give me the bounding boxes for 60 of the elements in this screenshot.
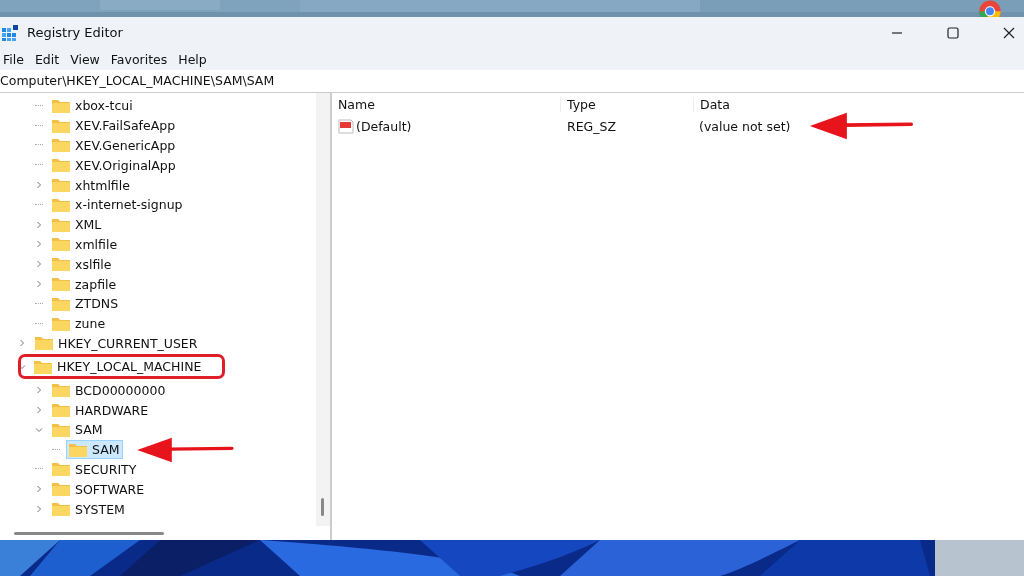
folder-icon: [52, 316, 70, 331]
tree-item[interactable]: XEV.GenericApp: [49, 136, 179, 155]
folder-icon: [35, 336, 53, 351]
string-value-icon: [338, 118, 354, 134]
tree-item[interactable]: x-internet-signup: [49, 195, 186, 215]
tree-item[interactable]: SYSTEM: [49, 499, 128, 519]
tree-item[interactable]: HKEY_LOCAL_MACHINE: [31, 357, 205, 377]
folder-icon: [52, 383, 70, 398]
folder-icon: [52, 217, 70, 232]
tree-item[interactable]: xslfile: [49, 254, 115, 274]
folder-icon: [52, 237, 70, 252]
scrollbar-thumb[interactable]: [321, 498, 324, 516]
folder-icon: [52, 158, 70, 173]
folder-icon: [52, 462, 70, 477]
menu-item[interactable]: Help: [175, 51, 213, 67]
menu-item[interactable]: File: [0, 51, 30, 67]
folder-icon: [69, 442, 87, 457]
folder-icon: [52, 138, 70, 153]
folder-icon: [34, 359, 52, 374]
tree-item[interactable]: XEV.OriginalApp: [49, 155, 179, 175]
tree-item[interactable]: XEV.FailSafeApp: [49, 116, 179, 136]
column-header[interactable]: Name: [332, 96, 560, 112]
folder-icon: [52, 277, 70, 292]
tree-item[interactable]: xbox-tcui: [49, 96, 136, 116]
tree-item[interactable]: SOFTWARE: [49, 479, 148, 499]
folder-icon: [52, 422, 70, 437]
tree-item[interactable]: ZTDNS: [49, 294, 122, 314]
value-type: REG_SZ: [566, 118, 618, 134]
folder-icon: [52, 178, 70, 193]
column-header[interactable]: Type: [560, 96, 693, 112]
folder-icon: [52, 197, 70, 212]
folder-icon: [52, 296, 70, 311]
registry-icon: [2, 24, 18, 41]
folder-icon: [52, 98, 70, 113]
scrollbar-thumb[interactable]: [14, 532, 164, 535]
folder-icon: [52, 257, 70, 272]
tree-item[interactable]: SAM: [66, 440, 123, 460]
tree-item[interactable]: zapfile: [49, 274, 120, 294]
value-name[interactable]: (Default): [356, 118, 412, 134]
folder-icon: [52, 502, 70, 517]
tree-item[interactable]: xhtmlfile: [49, 175, 133, 195]
folder-icon: [52, 482, 70, 497]
tree-item[interactable]: SECURITY: [49, 459, 140, 479]
maximize-icon[interactable]: [947, 26, 959, 39]
menu-item[interactable]: Edit: [31, 51, 66, 67]
window-title: Registry Editor: [27, 25, 123, 40]
tree-item[interactable]: zune: [49, 314, 109, 334]
column-header[interactable]: Data: [693, 96, 1024, 112]
tree-item[interactable]: HKEY_CURRENT_USER: [32, 333, 201, 353]
tree-item[interactable]: HARDWARE: [49, 400, 152, 420]
tree-item[interactable]: xmlfile: [49, 234, 121, 254]
folder-icon: [52, 403, 70, 418]
folder-icon: [52, 118, 70, 133]
tree-item[interactable]: SAM: [49, 420, 106, 440]
value-data: (value not set): [699, 118, 791, 134]
close-icon[interactable]: [1003, 26, 1015, 39]
tree-item[interactable]: BCD00000000: [49, 380, 169, 400]
menu-item[interactable]: Favorites: [107, 51, 174, 67]
tree-item[interactable]: XML: [49, 215, 105, 235]
menu-item[interactable]: View: [67, 51, 106, 67]
